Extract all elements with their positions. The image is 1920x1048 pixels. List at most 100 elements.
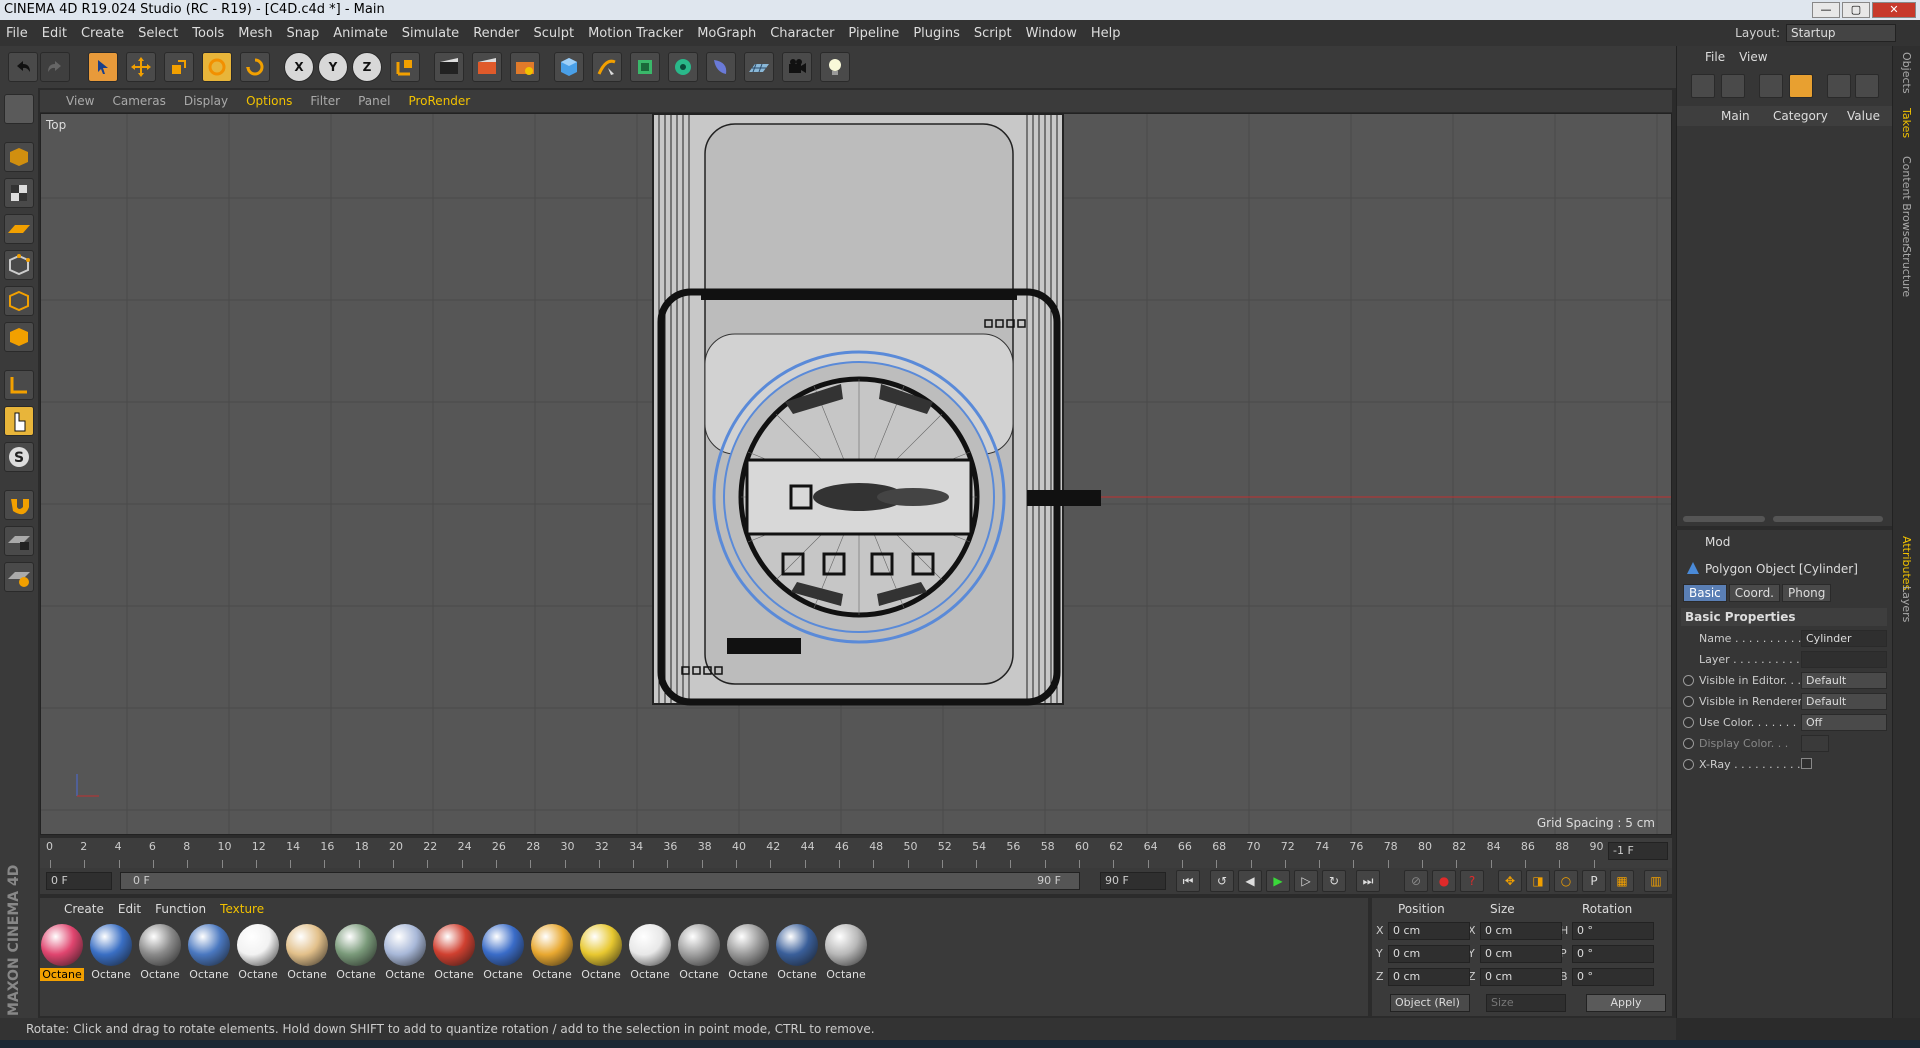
auto-take-icon[interactable] xyxy=(1759,74,1783,98)
end-frame-field[interactable]: 90 F xyxy=(1100,872,1166,890)
viewport-menu-options[interactable]: Options xyxy=(246,94,292,108)
menu-select[interactable]: Select xyxy=(138,26,178,41)
material-swatch[interactable]: Octane xyxy=(40,924,84,981)
key-pla-icon[interactable]: ▦ xyxy=(1610,870,1634,892)
render-view-icon[interactable] xyxy=(434,52,464,82)
snap-icon[interactable]: S xyxy=(4,442,34,472)
key-position-icon[interactable]: ✥ xyxy=(1498,870,1522,892)
coordinate-system-icon[interactable] xyxy=(390,52,420,82)
timeline-ruler[interactable]: 0 2 4 6 8 10 12 14 16 18 20 22 24 26 28 30 32 34 36 38 40 42 4… xyxy=(40,838,1672,868)
coordinate-mode-select[interactable]: Object (Rel) xyxy=(1390,994,1470,1012)
override-icon[interactable] xyxy=(1721,74,1745,98)
polygons-mode-icon[interactable] xyxy=(4,322,34,352)
position-x-field[interactable]: 0 cm xyxy=(1388,922,1470,940)
magnet-icon[interactable] xyxy=(4,490,34,520)
menu-file[interactable]: File xyxy=(6,26,28,41)
material-swatch[interactable]: Octane xyxy=(775,924,819,981)
points-mode-icon[interactable] xyxy=(4,250,34,280)
previous-frame-icon[interactable]: ◀ xyxy=(1238,870,1262,892)
lock-overrides-icon[interactable] xyxy=(1789,74,1813,98)
live-selection-icon[interactable] xyxy=(88,52,118,82)
take-filter-icon[interactable] xyxy=(1855,74,1879,98)
go-to-end-icon[interactable]: ⏭ xyxy=(1356,870,1380,892)
menu-plugins[interactable]: Plugins xyxy=(913,26,960,41)
tab-basic[interactable]: Basic xyxy=(1683,584,1727,602)
deformer-icon[interactable] xyxy=(706,52,736,82)
material-swatch[interactable]: Octane xyxy=(579,924,623,981)
object-menu-view[interactable]: View xyxy=(1739,50,1767,64)
undo-icon[interactable] xyxy=(8,52,38,82)
size-mode-select[interactable]: Size xyxy=(1486,994,1566,1012)
material-swatch[interactable]: Octane xyxy=(628,924,672,981)
previous-key-icon[interactable]: ↺ xyxy=(1210,870,1234,892)
horizontal-scrollbar-2[interactable] xyxy=(1773,516,1883,522)
rotate-icon[interactable] xyxy=(202,52,232,82)
material-swatch[interactable]: Octane xyxy=(432,924,476,981)
rotation-y-field[interactable]: 0 ° xyxy=(1572,945,1654,963)
apply-button[interactable]: Apply xyxy=(1586,994,1666,1012)
z-axis-button[interactable]: Z xyxy=(352,52,382,82)
redo-icon[interactable] xyxy=(40,52,70,82)
render-settings-icon[interactable] xyxy=(510,52,540,82)
y-axis-button[interactable]: Y xyxy=(318,52,348,82)
viewport-menu-cameras[interactable]: Cameras xyxy=(112,94,165,108)
tab-coord[interactable]: Coord. xyxy=(1728,584,1780,602)
material-swatch[interactable]: Octane xyxy=(89,924,133,981)
viewport-menu-display[interactable]: Display xyxy=(184,94,228,108)
material-swatch[interactable]: Octane xyxy=(236,924,280,981)
autokey-icon[interactable]: ? xyxy=(1460,870,1484,892)
material-menu-create[interactable]: Create xyxy=(64,902,104,916)
key-rotation-icon[interactable]: ○ xyxy=(1554,870,1578,892)
display-color-swatch[interactable] xyxy=(1801,735,1829,752)
workplane-icon[interactable] xyxy=(4,214,34,244)
menu-render[interactable]: Render xyxy=(473,26,519,41)
render-take-icon[interactable] xyxy=(1827,74,1851,98)
viewport-menu-view[interactable]: View xyxy=(66,94,94,108)
next-key-icon[interactable]: ↻ xyxy=(1322,870,1346,892)
current-frame-field[interactable]: -1 F xyxy=(1608,842,1668,860)
object-menu-file[interactable]: File xyxy=(1705,50,1725,64)
material-swatch[interactable]: Octane xyxy=(187,924,231,981)
render-to-picture-viewer-icon[interactable] xyxy=(472,52,502,82)
texture-mode-icon[interactable] xyxy=(4,178,34,208)
attribute-value[interactable]: Off xyxy=(1801,714,1887,731)
animate-radio[interactable] xyxy=(1683,738,1694,749)
attribute-value[interactable]: Cylinder xyxy=(1801,630,1887,647)
material-swatch[interactable]: Octane xyxy=(285,924,329,981)
x-axis-button[interactable]: X xyxy=(284,52,314,82)
size-x-field[interactable]: 0 cm xyxy=(1480,922,1562,940)
pen-spline-icon[interactable] xyxy=(592,52,622,82)
attribute-value[interactable] xyxy=(1801,651,1887,668)
material-menu-function[interactable]: Function xyxy=(155,902,206,916)
viewport-menu-prorender[interactable]: ProRender xyxy=(408,94,470,108)
menu-sculpt[interactable]: Sculpt xyxy=(533,26,574,41)
horizontal-scrollbar[interactable] xyxy=(1683,516,1765,522)
material-swatch[interactable]: Octane xyxy=(138,924,182,981)
edges-mode-icon[interactable] xyxy=(4,286,34,316)
rotation-x-field[interactable]: 0 ° xyxy=(1572,922,1654,940)
menu-mograph[interactable]: MoGraph xyxy=(697,26,756,41)
viewport-top[interactable]: Top Grid Spacing : 5 cm xyxy=(40,113,1672,835)
model-mode-icon[interactable] xyxy=(4,142,34,172)
attribute-mode-menu[interactable]: Mod xyxy=(1705,535,1730,549)
menu-animate[interactable]: Animate xyxy=(333,26,387,41)
menu-character[interactable]: Character xyxy=(770,26,834,41)
axis-mode-icon[interactable] xyxy=(4,370,34,400)
material-swatch[interactable]: Octane xyxy=(530,924,574,981)
material-menu-texture[interactable]: Texture xyxy=(220,902,264,916)
key-param-icon[interactable]: P xyxy=(1582,870,1606,892)
animate-radio[interactable] xyxy=(1683,759,1694,770)
menu-simulate[interactable]: Simulate xyxy=(402,26,459,41)
camera-icon[interactable] xyxy=(782,52,812,82)
position-z-field[interactable]: 0 cm xyxy=(1388,968,1470,986)
layout-select[interactable]: Startup xyxy=(1786,24,1896,42)
play-icon[interactable]: ▶ xyxy=(1266,870,1290,892)
menu-create[interactable]: Create xyxy=(81,26,124,41)
menu-mesh[interactable]: Mesh xyxy=(238,26,272,41)
material-swatch[interactable]: Octane xyxy=(334,924,378,981)
attribute-value[interactable]: Default xyxy=(1801,672,1887,689)
side-tab-structure[interactable]: Structure xyxy=(1900,246,1913,297)
recent-tool-icon[interactable] xyxy=(240,52,270,82)
viewport-menu-filter[interactable]: Filter xyxy=(310,94,340,108)
material-swatch[interactable]: Octane xyxy=(481,924,525,981)
